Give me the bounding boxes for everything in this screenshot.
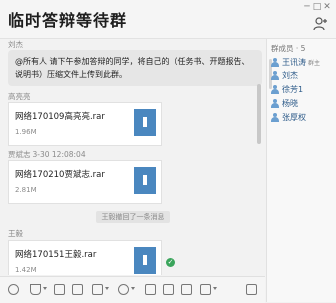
file-archive-icon bbox=[134, 167, 156, 194]
person-icon bbox=[271, 58, 279, 67]
emoji-icon[interactable] bbox=[8, 284, 19, 295]
chevron-down-icon[interactable] bbox=[131, 287, 135, 290]
message-time: 3-30 12:08:04 bbox=[32, 150, 86, 159]
file-size: 2.81M bbox=[15, 186, 37, 194]
voice-icon[interactable] bbox=[118, 284, 129, 295]
file-card[interactable]: 网络170151王毅.rar 1.42M bbox=[8, 240, 162, 275]
member-name: 徐芳1 bbox=[282, 85, 304, 94]
person-icon bbox=[271, 71, 279, 80]
file-size: 1.42M bbox=[15, 266, 37, 274]
add-member-icon[interactable] bbox=[312, 16, 328, 32]
chevron-down-icon[interactable] bbox=[213, 287, 217, 290]
more-icon[interactable] bbox=[145, 284, 156, 295]
member-item[interactable]: 刘杰 bbox=[271, 70, 298, 81]
tool-icon[interactable] bbox=[181, 284, 192, 295]
file-card[interactable]: 网络170109高亮亮.rar 1.96M bbox=[8, 102, 162, 146]
message-bubble[interactable]: @所有人 请下午参加答辩的同学，将自己的（任务书、开题报告、说明书）压缩文件上传… bbox=[8, 50, 262, 86]
image-icon[interactable] bbox=[54, 284, 65, 295]
member-item[interactable]: 王讯涛 群主 bbox=[271, 57, 320, 68]
person-icon bbox=[271, 85, 279, 94]
recall-notice: 王毅撤回了一条消息 bbox=[96, 211, 170, 223]
file-card[interactable]: 网络170210贾斌志.rar 2.81M bbox=[8, 160, 162, 204]
chat-history-icon[interactable] bbox=[246, 284, 257, 295]
sender-name: 贾斌志 bbox=[8, 150, 31, 159]
screenshot-icon[interactable] bbox=[92, 284, 103, 295]
file-archive-icon bbox=[134, 109, 156, 136]
file-name: 网络170210贾斌志.rar bbox=[15, 170, 105, 180]
member-panel: 群成员 · 5 王讯涛 群主 刘杰 徐芳1 杨晓 张厚权 bbox=[266, 39, 336, 302]
message-sender: 高亮亮 bbox=[8, 92, 31, 101]
folder-icon[interactable] bbox=[72, 284, 83, 295]
member-item[interactable]: 杨晓 bbox=[271, 98, 298, 109]
tool-icon[interactable] bbox=[200, 284, 211, 295]
window-controls: ─ □ ✕ bbox=[302, 2, 332, 12]
member-name: 刘杰 bbox=[282, 71, 298, 80]
check-icon: ✓ bbox=[166, 258, 175, 267]
file-archive-icon bbox=[134, 247, 156, 274]
message-sender: 贾斌志 3-30 12:08:04 bbox=[8, 149, 86, 160]
chevron-down-icon[interactable] bbox=[105, 287, 109, 290]
member-name: 王讯涛 bbox=[282, 58, 306, 67]
title-bar: 临时答辩等待群 ─ □ ✕ bbox=[0, 0, 336, 39]
person-icon bbox=[271, 113, 279, 122]
file-name: 网络170151王毅.rar bbox=[15, 250, 97, 260]
close-button[interactable]: ✕ bbox=[322, 2, 332, 12]
minimize-button[interactable]: ─ bbox=[302, 2, 312, 12]
member-count: 群成员 · 5 bbox=[271, 44, 306, 53]
chevron-down-icon[interactable] bbox=[43, 287, 47, 290]
member-item[interactable]: 徐芳1 bbox=[271, 84, 303, 95]
chat-title: 临时答辩等待群 bbox=[8, 11, 128, 30]
chat-area[interactable]: 刘杰 @所有人 请下午参加答辩的同学，将自己的（任务书、开题报告、说明书）压缩文… bbox=[0, 39, 265, 275]
member-name: 张厚权 bbox=[282, 113, 306, 122]
history-icon[interactable] bbox=[163, 284, 174, 295]
input-toolbar bbox=[0, 276, 265, 303]
chat-scrollbar[interactable] bbox=[257, 84, 261, 144]
owner-tag: 群主 bbox=[308, 60, 321, 67]
person-icon bbox=[271, 99, 279, 108]
cut-icon[interactable] bbox=[30, 284, 41, 295]
message-sender: 王毅 bbox=[8, 229, 23, 238]
message-sender: 刘杰 bbox=[8, 40, 23, 49]
maximize-button[interactable]: □ bbox=[312, 2, 322, 12]
file-name: 网络170109高亮亮.rar bbox=[15, 112, 105, 122]
member-item[interactable]: 张厚权 bbox=[271, 112, 306, 123]
file-size: 1.96M bbox=[15, 128, 37, 136]
member-name: 杨晓 bbox=[282, 99, 298, 108]
